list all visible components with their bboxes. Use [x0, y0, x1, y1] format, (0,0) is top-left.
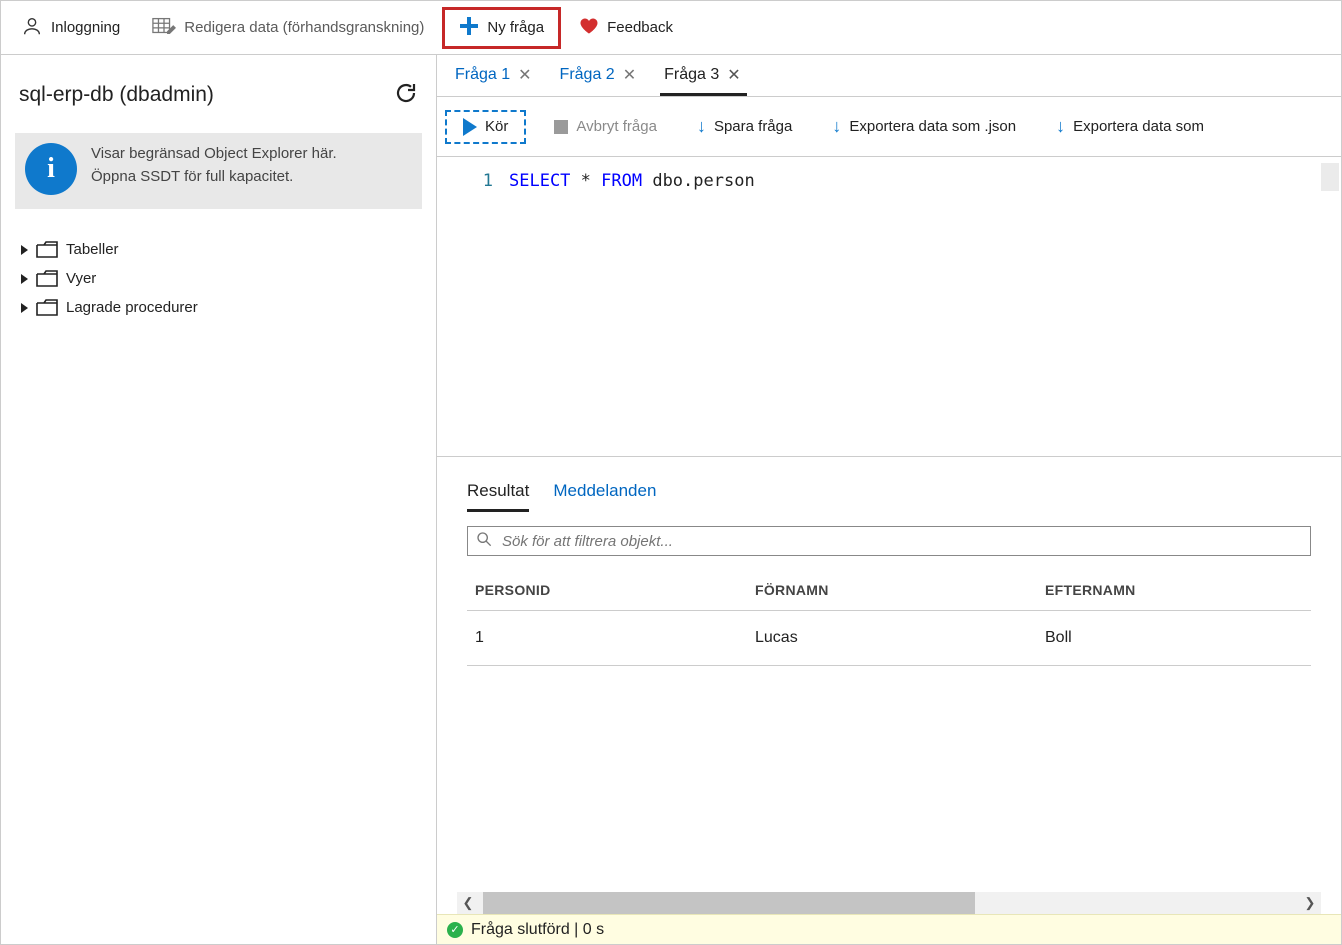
person-icon [21, 15, 43, 41]
new-query-label: Ny fråga [487, 19, 544, 36]
tab-label: Fråga 3 [664, 66, 719, 84]
tab-query-2[interactable]: Fråga 2 ✕ [556, 57, 643, 96]
tree-item-tables[interactable]: Tabeller [17, 235, 436, 264]
stop-icon [554, 120, 568, 134]
scroll-track[interactable] [479, 892, 1299, 914]
result-tabs: Resultat Meddelanden [437, 457, 1341, 512]
cancel-query-button[interactable]: Avbryt fråga [542, 112, 669, 141]
sql-rest: dbo.person [642, 171, 755, 191]
cell-fornamn: Lucas [747, 611, 1037, 665]
table-pencil-icon [152, 15, 176, 41]
tab-messages[interactable]: Meddelanden [553, 477, 656, 512]
save-label: Spara fråga [714, 118, 792, 135]
scroll-thumb[interactable] [483, 892, 975, 914]
save-query-button[interactable]: ↓ Spara fråga [685, 110, 804, 143]
scroll-left-arrow[interactable]: ❮ [457, 895, 479, 911]
play-icon [463, 118, 477, 136]
edit-data-button[interactable]: Redigera data (förhandsgranskning) [138, 9, 438, 47]
tree-item-stored-procedures[interactable]: Lagrade procedurer [17, 293, 436, 322]
horizontal-scrollbar[interactable]: ❮ ❯ [457, 892, 1321, 914]
folder-icon [36, 241, 58, 258]
tab-label: Fråga 2 [560, 66, 615, 84]
info-box: i Visar begränsad Object Explorer här. Ö… [15, 133, 422, 209]
info-line2: Öppna SSDT för full kapacitet. [91, 168, 293, 185]
minimap-scroll[interactable] [1321, 163, 1339, 191]
info-line1: Visar begränsad Object Explorer här. [91, 145, 337, 162]
export-more-label: Exportera data som [1073, 118, 1204, 135]
results-grid: PERSONID FÖRNAMN EFTERNAMN 1 Lucas Boll [467, 570, 1311, 666]
close-icon[interactable]: ✕ [621, 65, 638, 85]
results-pane: Resultat Meddelanden PERSONID FÖRNAMN EF… [437, 457, 1341, 944]
tab-results[interactable]: Resultat [467, 477, 529, 512]
feedback-button[interactable]: Feedback [565, 10, 687, 46]
grid-header-row: PERSONID FÖRNAMN EFTERNAMN [467, 570, 1311, 611]
tab-query-3[interactable]: Fråga 3 ✕ [660, 57, 747, 96]
col-header-efternamn[interactable]: EFTERNAMN [1037, 570, 1311, 610]
search-icon [476, 531, 492, 551]
login-label: Inloggning [51, 19, 120, 36]
sql-code[interactable]: SELECT * FROM dbo.person [507, 157, 755, 456]
line-gutter: 1 [437, 157, 507, 456]
export-json-button[interactable]: ↓ Exportera data som .json [820, 110, 1028, 143]
new-query-button[interactable]: Ny fråga [442, 7, 561, 49]
info-text: Visar begränsad Object Explorer här. Öpp… [91, 143, 337, 188]
tree-item-views[interactable]: Vyer [17, 264, 436, 293]
success-icon: ✓ [447, 922, 463, 938]
status-text: Fråga slutförd | 0 s [471, 921, 604, 939]
col-header-fornamn[interactable]: FÖRNAMN [747, 570, 1037, 610]
cell-efternamn: Boll [1037, 611, 1311, 665]
info-icon: i [25, 143, 77, 195]
sql-star: * [570, 171, 601, 191]
tree-label: Vyer [66, 270, 96, 287]
top-toolbar: Inloggning Redigera data (förhandsgransk… [1, 1, 1341, 55]
plus-icon [459, 16, 479, 40]
folder-icon [36, 299, 58, 316]
status-bar: ✓ Fråga slutförd | 0 s [437, 914, 1341, 944]
close-icon[interactable]: ✕ [516, 65, 533, 85]
run-button[interactable]: Kör [445, 110, 526, 144]
feedback-label: Feedback [607, 19, 673, 36]
kw-from: FROM [601, 171, 642, 191]
connection-title: sql-erp-db (dbadmin) [19, 83, 214, 107]
tab-label: Fråga 1 [455, 66, 510, 84]
refresh-icon[interactable] [394, 81, 418, 109]
heart-icon [579, 16, 599, 40]
table-row[interactable]: 1 Lucas Boll [467, 611, 1311, 666]
kw-select: SELECT [509, 171, 570, 191]
run-label: Kör [485, 118, 508, 135]
sql-editor[interactable]: 1 SELECT * FROM dbo.person [437, 157, 1341, 457]
tab-query-1[interactable]: Fråga 1 ✕ [451, 57, 538, 96]
cancel-label: Avbryt fråga [576, 118, 657, 135]
download-icon: ↓ [1056, 116, 1065, 137]
object-tree: Tabeller Vyer Lagrade procedurer [1, 227, 436, 322]
export-json-label: Exportera data som .json [849, 118, 1016, 135]
main-pane: Fråga 1 ✕ Fråga 2 ✕ Fråga 3 ✕ Kör [437, 55, 1341, 944]
line-number: 1 [483, 171, 493, 191]
chevron-right-icon [21, 245, 28, 255]
login-button[interactable]: Inloggning [7, 9, 134, 47]
tree-label: Lagrade procedurer [66, 299, 198, 316]
filter-input[interactable] [500, 532, 1302, 551]
filter-box[interactable] [467, 526, 1311, 556]
download-icon: ↓ [832, 116, 841, 137]
chevron-right-icon [21, 274, 28, 284]
scroll-right-arrow[interactable]: ❯ [1299, 895, 1321, 911]
cell-personid: 1 [467, 611, 747, 665]
tree-label: Tabeller [66, 241, 119, 258]
chevron-right-icon [21, 303, 28, 313]
close-icon[interactable]: ✕ [725, 65, 742, 85]
object-explorer-sidebar: sql-erp-db (dbadmin) i Visar begränsad O… [1, 55, 437, 944]
folder-icon [36, 270, 58, 287]
query-toolbar: Kör Avbryt fråga ↓ Spara fråga ↓ Exporte… [437, 97, 1341, 157]
col-header-personid[interactable]: PERSONID [467, 570, 747, 610]
download-icon: ↓ [697, 116, 706, 137]
query-tabs: Fråga 1 ✕ Fråga 2 ✕ Fråga 3 ✕ [437, 55, 1341, 97]
edit-data-label: Redigera data (förhandsgranskning) [184, 19, 424, 36]
export-more-button[interactable]: ↓ Exportera data som [1044, 110, 1216, 143]
